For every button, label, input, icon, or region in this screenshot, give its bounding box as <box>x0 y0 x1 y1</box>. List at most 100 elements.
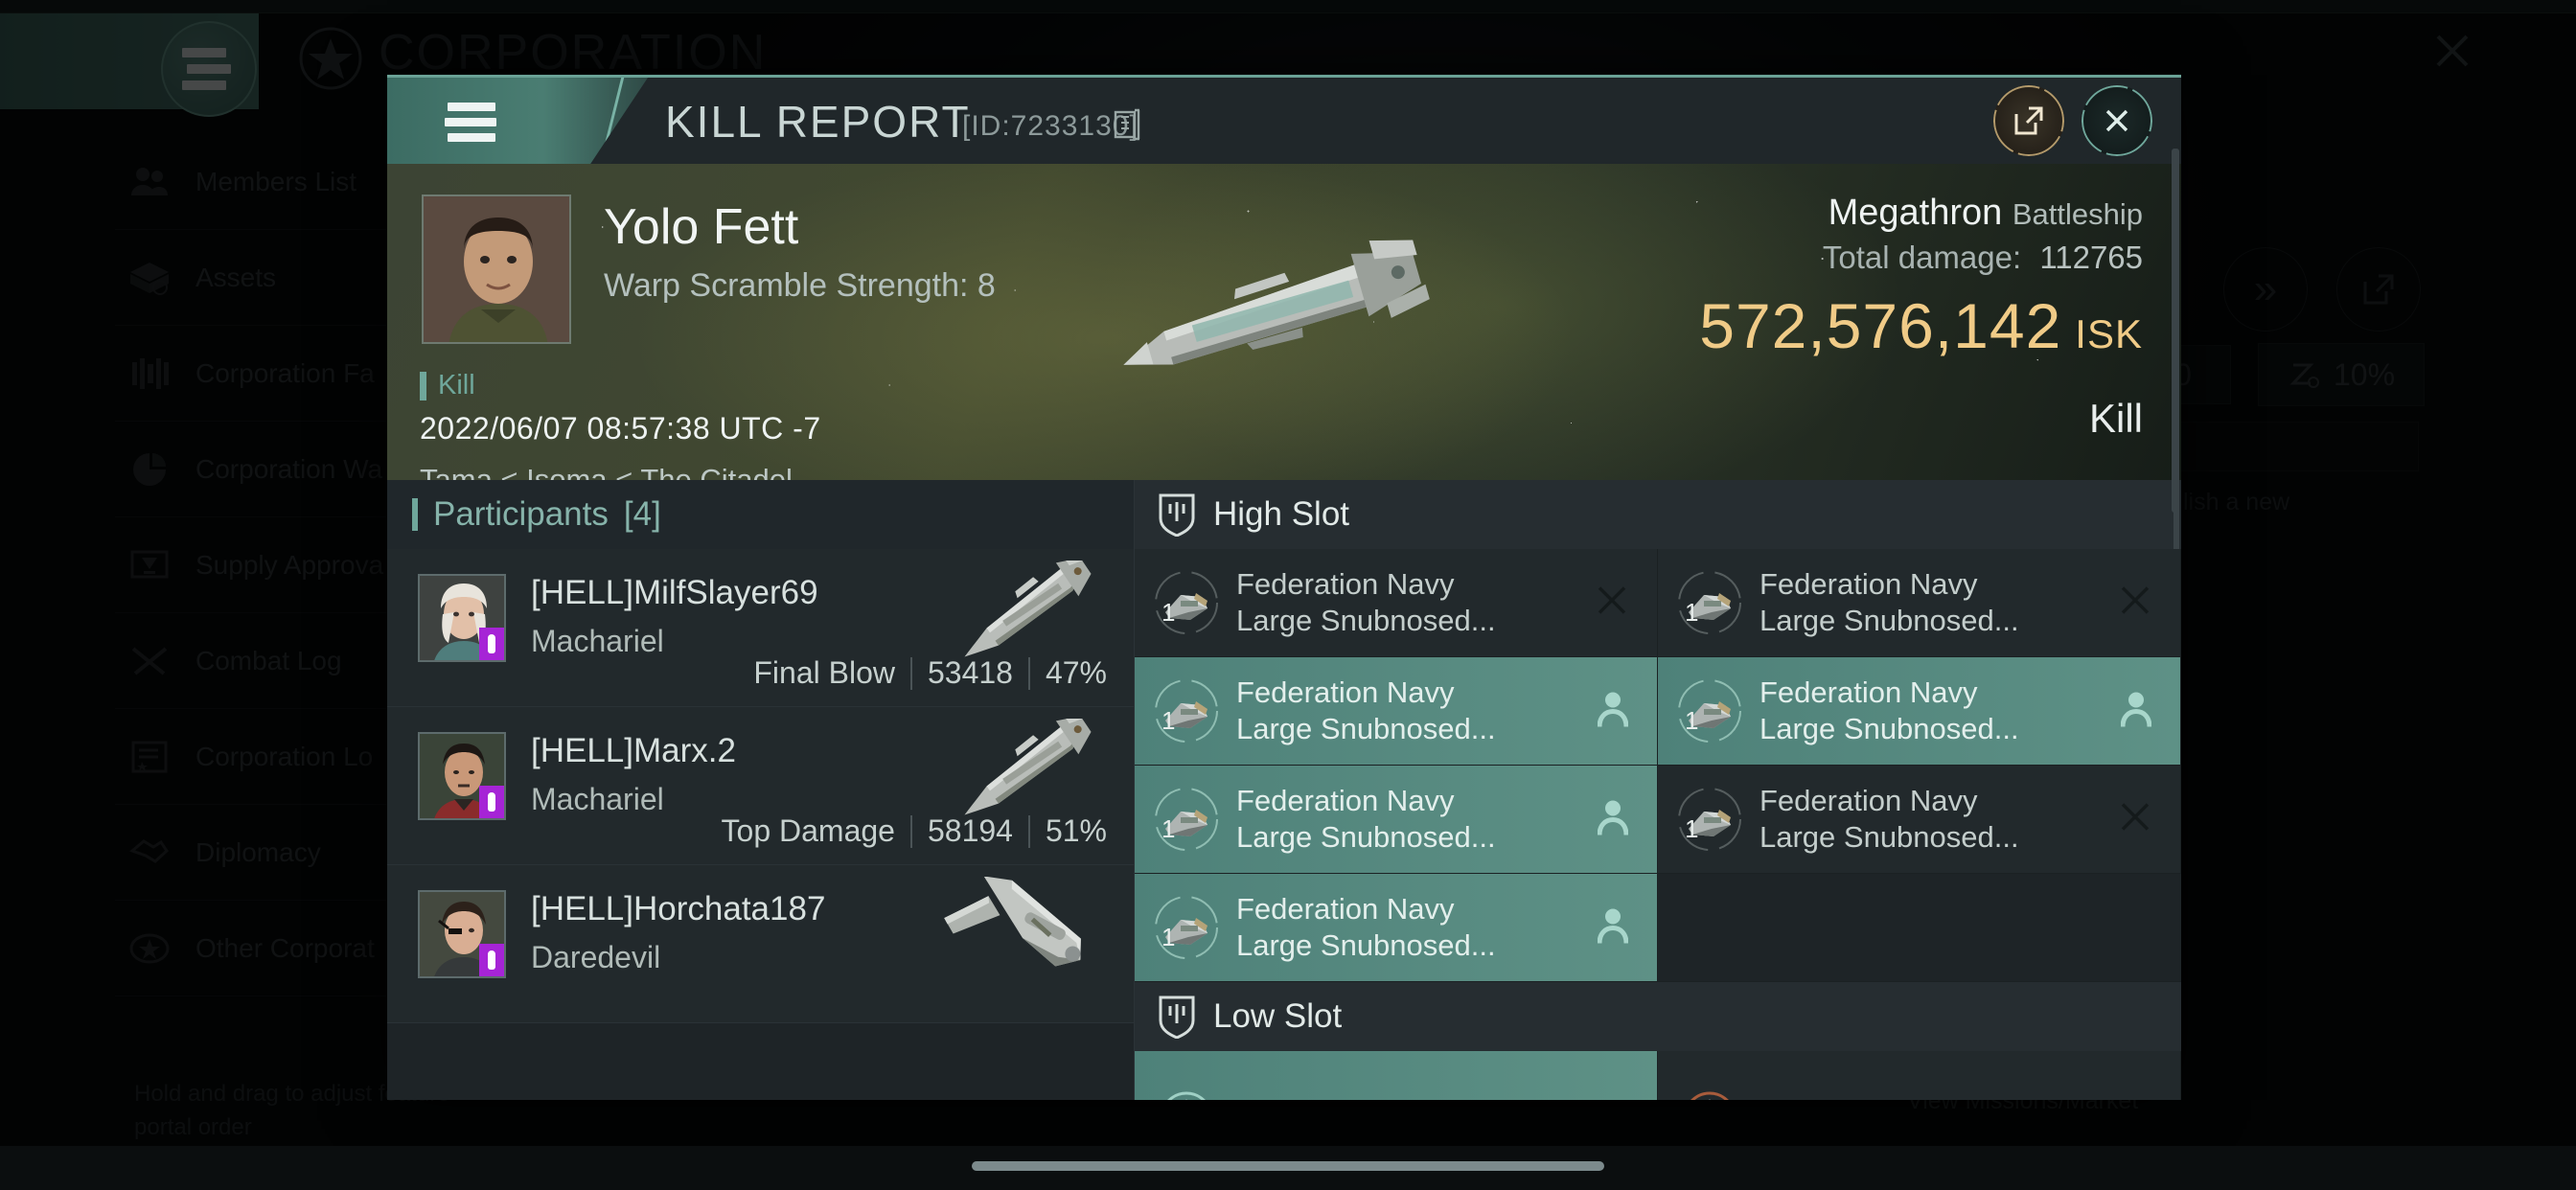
module-name: Federation Navy Large Snubnosed... <box>1760 566 2019 640</box>
kill-badge-label: Kill <box>438 370 475 400</box>
total-damage-line: Total damage: 112765 <box>1699 240 2143 276</box>
participant-percent: 47% <box>1045 655 1107 690</box>
header-accent <box>387 78 648 164</box>
module-slot[interactable] <box>1135 1051 1658 1100</box>
module-name-line2: Large Snubnosed... <box>1760 820 2019 854</box>
module-slot[interactable]: 1 Federation Navy Large Snubnosed... <box>1135 874 1658 982</box>
report-id: [ID:7233130] <box>962 110 1138 142</box>
module-quantity: 1 <box>1685 814 1699 843</box>
participants-count: [4] <box>623 495 661 533</box>
participant-damage: 53418 <box>927 655 1013 690</box>
module-quantity: 1 <box>1685 598 1699 627</box>
module-status[interactable] <box>2120 691 2152 732</box>
module-name-line2: Large Snubnosed... <box>1236 820 1496 854</box>
low-slot-modules <box>1135 1051 2181 1100</box>
fitting-scrollbar[interactable] <box>2172 149 2177 513</box>
module-name: Federation Navy Large Snubnosed... <box>1236 675 1496 748</box>
participant-ship: Machariel <box>531 782 664 816</box>
machariel-ship-icon <box>964 561 1092 657</box>
avatar <box>418 890 506 978</box>
module-quantity: 1 <box>1162 598 1176 627</box>
module-quantity: 1 <box>1162 706 1176 735</box>
module-status[interactable] <box>1597 907 1629 949</box>
share-button[interactable] <box>1993 85 2064 156</box>
module-name: Federation Navy Large Snubnosed... <box>1236 783 1496 857</box>
victim-portrait[interactable] <box>422 195 571 344</box>
table-row[interactable]: [HELL]MilfSlayer69 Machariel Final Blow … <box>387 549 1134 707</box>
security-badge-icon <box>479 628 504 660</box>
security-badge-icon <box>479 944 504 976</box>
total-damage-label: Total damage: <box>1822 240 2022 275</box>
divider <box>1027 656 1030 690</box>
participant-name: [HELL]Horchata187 <box>531 890 826 927</box>
module-slot[interactable]: 1 Federation Navy Large Snubnosed... <box>1135 766 1658 874</box>
module-icon <box>1690 1091 1729 1100</box>
module-name-line1: Federation Navy <box>1236 566 1455 601</box>
module-slot-empty <box>1658 874 2181 982</box>
participant-ship: Daredevil <box>531 940 661 974</box>
module-name: Federation Navy Large Snubnosed... <box>1760 783 2019 857</box>
module-slot[interactable]: 1 Federation Navy Large Snubnosed... <box>1658 766 2181 874</box>
module-name-line1: Federation Navy <box>1236 891 1455 926</box>
participant-name: [HELL]Marx.2 <box>531 732 736 769</box>
isk-amount: 572,576,142 <box>1699 290 2062 361</box>
module-icon-wrap: 1 <box>1675 676 1744 745</box>
module-slot[interactable] <box>1658 1051 2181 1100</box>
module-slot[interactable]: 1 Federation Navy Large Snubnosed... <box>1658 549 2181 657</box>
dialog-menu-button[interactable] <box>445 103 496 142</box>
ship-name: Megathron <box>1828 193 2003 233</box>
module-slot[interactable]: 1 Federation Navy Large Snubnosed... <box>1135 549 1658 657</box>
machariel-ship-icon <box>964 719 1092 815</box>
module-name-line1: Federation Navy <box>1760 675 1978 709</box>
page-title: KILL REPORT <box>665 97 971 147</box>
module-status[interactable] <box>2119 801 2151 838</box>
module-name-line2: Large Snubnosed... <box>1236 712 1496 745</box>
high-slot-modules: 1 Federation Navy Large Snubnosed... 1 F… <box>1135 549 2181 982</box>
module-status[interactable] <box>1596 584 1628 622</box>
module-status[interactable] <box>2119 584 2151 622</box>
close-icon <box>2121 803 2150 831</box>
divider <box>909 814 912 848</box>
close-icon <box>1598 586 1626 614</box>
module-icon-wrap: 1 <box>1152 785 1221 854</box>
close-icon <box>2121 586 2150 614</box>
module-name-line2: Large Snubnosed... <box>1236 928 1496 962</box>
module-quantity: 1 <box>1162 923 1176 951</box>
isk-unit: ISK <box>2075 311 2143 356</box>
victim-portrait-image <box>424 196 569 342</box>
hamburger-icon <box>448 103 495 111</box>
participant-name: [HELL]MilfSlayer69 <box>531 574 818 611</box>
table-row[interactable]: [HELL]Marx.2 Machariel Top Damage 58194 … <box>387 707 1134 865</box>
module-status[interactable] <box>1597 799 1629 840</box>
module-icon-wrap: 1 <box>1152 568 1221 637</box>
low-slot-title: Low Slot <box>1213 997 1343 1035</box>
participants-header: Participants [4] <box>387 480 1134 549</box>
module-icon <box>1167 1091 1206 1100</box>
module-icon-wrap: 1 <box>1675 785 1744 854</box>
person-icon <box>1597 800 1629 835</box>
ship-name-line: Megathron Battleship <box>1699 193 2143 234</box>
home-indicator[interactable] <box>972 1161 1604 1171</box>
module-name-line1: Federation Navy <box>1236 675 1455 709</box>
kill-timestamp: 2022/06/07 08:57:38 UTC -7 <box>420 411 821 446</box>
module-slot[interactable]: 1 Federation Navy Large Snubnosed... <box>1135 657 1658 766</box>
module-name-line2: Large Snubnosed... <box>1760 604 2019 637</box>
module-slot[interactable]: 1 Federation Navy Large Snubnosed... <box>1658 657 2181 766</box>
section-marker <box>412 498 418 531</box>
module-name-line2: Large Snubnosed... <box>1236 604 1496 637</box>
kill-location: Tama < Isoma < The Citadel <box>420 463 793 480</box>
button-ring <box>2082 85 2152 156</box>
hamburger-icon <box>445 118 496 126</box>
module-name: Federation Navy Large Snubnosed... <box>1760 675 2019 748</box>
module-icon-wrap <box>1152 1070 1221 1100</box>
module-name-line1: Federation Navy <box>1760 783 1978 817</box>
low-slot-header: Low Slot <box>1135 982 2181 1051</box>
module-name-line2: Large Snubnosed... <box>1760 712 2019 745</box>
table-row[interactable]: [HELL]Horchata187 Daredevil <box>387 865 1134 1023</box>
module-quantity: 1 <box>1685 706 1699 735</box>
dialog-header: KILL REPORT [ID:7233130] <box>387 78 2181 164</box>
copy-icon[interactable] <box>1114 108 1146 143</box>
high-slot-header: High Slot <box>1135 480 2181 549</box>
close-dialog-button[interactable] <box>2082 85 2152 156</box>
module-status[interactable] <box>1597 691 1629 732</box>
